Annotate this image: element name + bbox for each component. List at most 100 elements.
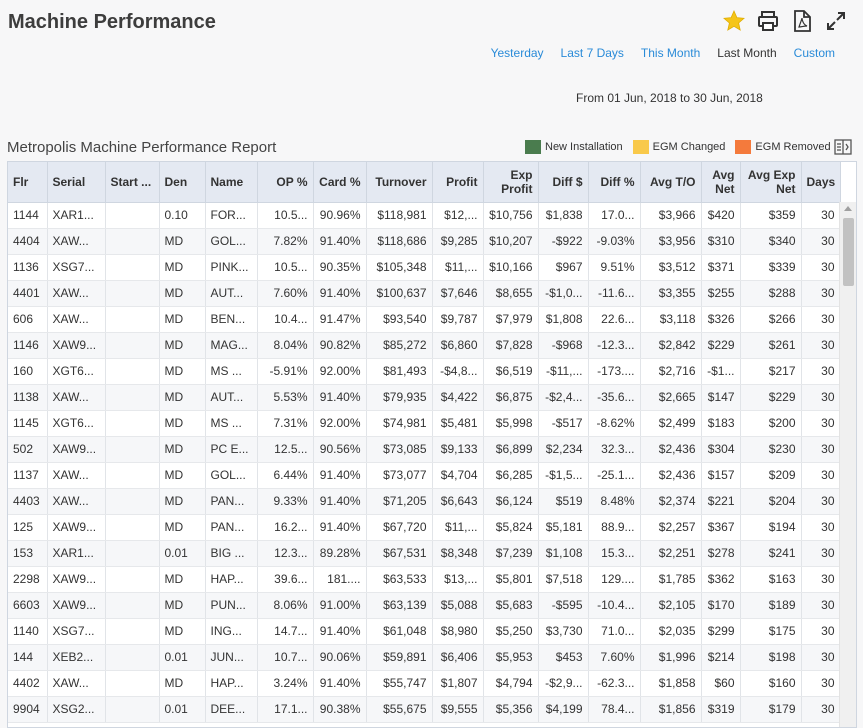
table-cell: 30 (801, 540, 841, 567)
column-header[interactable]: Turnover (366, 162, 433, 203)
table-cell: 91.40% (313, 384, 367, 411)
table-cell: XAW... (47, 462, 106, 489)
table-cell: $1,108 (538, 540, 589, 567)
vertical-scrollbar[interactable] (839, 202, 856, 727)
table-row[interactable]: 144 XEB2... 0.01 JUN... 10.7... 90.06% $59,891… (8, 644, 841, 671)
table-cell: -$595 (538, 592, 589, 619)
table-cell: $6,124 (483, 488, 539, 515)
table-cell: $200 (740, 410, 802, 437)
column-header[interactable]: Profit (432, 162, 484, 203)
table-cell: MD (159, 254, 206, 281)
table-cell: 91.00% (313, 592, 367, 619)
table-cell: $2,665 (640, 384, 702, 411)
table-row[interactable]: 6603 XAW9... MD PUN... 8.06% 91.00% $63,139 $5,… (8, 592, 841, 619)
table-cell: 91.40% (313, 670, 367, 697)
column-header[interactable]: Avg Net (701, 162, 741, 203)
table-row[interactable]: 153 XAR1... 0.01 BIG ... 12.3... 89.28% $67,53… (8, 540, 841, 567)
star-icon[interactable] (721, 8, 747, 34)
table-cell: 0.10 (159, 202, 206, 229)
table-cell: XAW... (47, 306, 106, 333)
range-last-month[interactable]: Last Month (717, 46, 776, 60)
column-header[interactable]: Name (205, 162, 258, 203)
column-header[interactable]: Days (801, 162, 841, 203)
table-cell: $55,675 (366, 696, 433, 723)
column-header[interactable]: Serial (47, 162, 106, 203)
toolbar (721, 8, 849, 34)
table-cell: $230 (740, 436, 802, 463)
table-cell: $163 (740, 566, 802, 593)
print-icon[interactable] (755, 8, 781, 34)
column-header[interactable]: Exp Profit (483, 162, 539, 203)
table-cell: $11,... (432, 514, 484, 541)
table-cell: $63,533 (366, 566, 433, 593)
table-row[interactable]: 4404 XAW... MD GOL... 7.82% 91.40% $118,686 $9,… (8, 228, 841, 255)
table-cell: BIG ... (205, 540, 258, 567)
table-cell: XAW... (47, 228, 106, 255)
table-cell: 90.35% (313, 254, 367, 281)
table-cell: XSG2... (47, 696, 106, 723)
column-header[interactable]: Diff % (588, 162, 641, 203)
table-cell: 90.06% (313, 644, 367, 671)
table-cell: 8.04% (257, 332, 314, 359)
table-row[interactable]: 4402 XAW... MD HAP... 3.24% 91.40% $55,747 $1,8… (8, 670, 841, 697)
table-cell: AUT... (205, 384, 258, 411)
column-header[interactable]: Flr (8, 162, 48, 203)
table-cell: XAW9... (47, 514, 106, 541)
table-row[interactable]: 1144 XAR1... 0.10 FOR... 10.5... 90.96% $118,9… (8, 202, 841, 229)
table-cell: 30 (801, 384, 841, 411)
table-cell: 30 (801, 462, 841, 489)
expand-icon[interactable] (823, 8, 849, 34)
table-cell: $204 (740, 488, 802, 515)
table-cell: $9,285 (432, 228, 484, 255)
legend-label: New Installation (545, 141, 623, 153)
table-row[interactable]: 606 XAW... MD BEN... 10.4... 91.47% $93,540 $9,… (8, 306, 841, 333)
table-row[interactable]: 1146 XAW9... MD MAG... 8.04% 90.82% $85,272 $6,… (8, 332, 841, 359)
table-cell: $7,979 (483, 306, 539, 333)
scrollbar-thumb[interactable] (843, 218, 854, 286)
table-row[interactable]: 502 XAW9... MD PC E... 12.5... 90.56% $73,085 $… (8, 436, 841, 463)
range-this-month[interactable]: This Month (641, 46, 700, 60)
table-row[interactable]: 125 XAW9... MD PAN... 16.2... 91.40% $67,720 $1… (8, 514, 841, 541)
table-row[interactable]: 1140 XSG7... MD ING... 14.7... 91.40% $61,048 $… (8, 618, 841, 645)
table-cell: $299 (701, 618, 741, 645)
pdf-icon[interactable] (789, 8, 815, 34)
table-cell: HAP... (205, 670, 258, 697)
column-header[interactable]: Avg T/O (640, 162, 702, 203)
range-yesterday[interactable]: Yesterday (491, 46, 544, 60)
table-cell: DEE... (205, 696, 258, 723)
column-header[interactable]: Avg Exp Net (740, 162, 802, 203)
table-row[interactable]: 1136 XSG7... MD PINK... 10.5... 90.35% $105,34… (8, 254, 841, 281)
column-header[interactable]: Den (159, 162, 206, 203)
column-header[interactable]: OP % (257, 162, 314, 203)
scroll-up-icon[interactable] (844, 206, 852, 211)
table-row[interactable]: 160 XGT6... MD MS ... -5.91% 92.00% $81,493 -$4… (8, 358, 841, 385)
range-custom[interactable]: Custom (794, 46, 835, 60)
table-cell: $10,207 (483, 228, 539, 255)
table-row[interactable]: 4401 XAW... MD AUT... 7.60% 91.40% $100,637 $7,… (8, 280, 841, 307)
table-row[interactable]: 1138 XAW... MD AUT... 5.53% 91.40% $79,935 $4,4… (8, 384, 841, 411)
column-header[interactable]: Card % (313, 162, 367, 203)
table-row[interactable]: 1137 XAW... MD GOL... 6.44% 91.40% $73,077 $4,7… (8, 462, 841, 489)
table-row[interactable]: 9904 XSG2... 0.01 DEE... 17.1... 90.38% $55,67… (8, 696, 841, 723)
range-last-7-days[interactable]: Last 7 Days (561, 46, 624, 60)
table-cell: 502 (8, 436, 48, 463)
table-cell: XAW... (47, 280, 106, 307)
column-header[interactable]: Diff $ (538, 162, 589, 203)
table-cell (105, 696, 160, 723)
table-cell (105, 670, 160, 697)
columns-toggle-icon[interactable] (834, 139, 852, 155)
column-header[interactable]: Start ... (105, 162, 160, 203)
table-cell: $4,422 (432, 384, 484, 411)
table-cell: 1136 (8, 254, 48, 281)
table-row[interactable]: 1145 XGT6... MD MS ... 7.31% 92.00% $74,981 $5,… (8, 410, 841, 437)
table-cell: XSG7... (47, 618, 106, 645)
table-cell (105, 462, 160, 489)
table-cell (105, 410, 160, 437)
table-row[interactable]: 4403 XAW... MD PAN... 9.33% 91.40% $71,205 $6,6… (8, 488, 841, 515)
table-cell: $63,139 (366, 592, 433, 619)
table-cell: FOR... (205, 202, 258, 229)
table-cell: XAR1... (47, 540, 106, 567)
table-cell: 30 (801, 696, 841, 723)
table-row[interactable]: 2298 XAW9... MD HAP... 39.6... 181.... $63,533… (8, 566, 841, 593)
table-body: 1144 XAR1... 0.10 FOR... 10.5... 90.96% $118,9… (8, 202, 841, 723)
